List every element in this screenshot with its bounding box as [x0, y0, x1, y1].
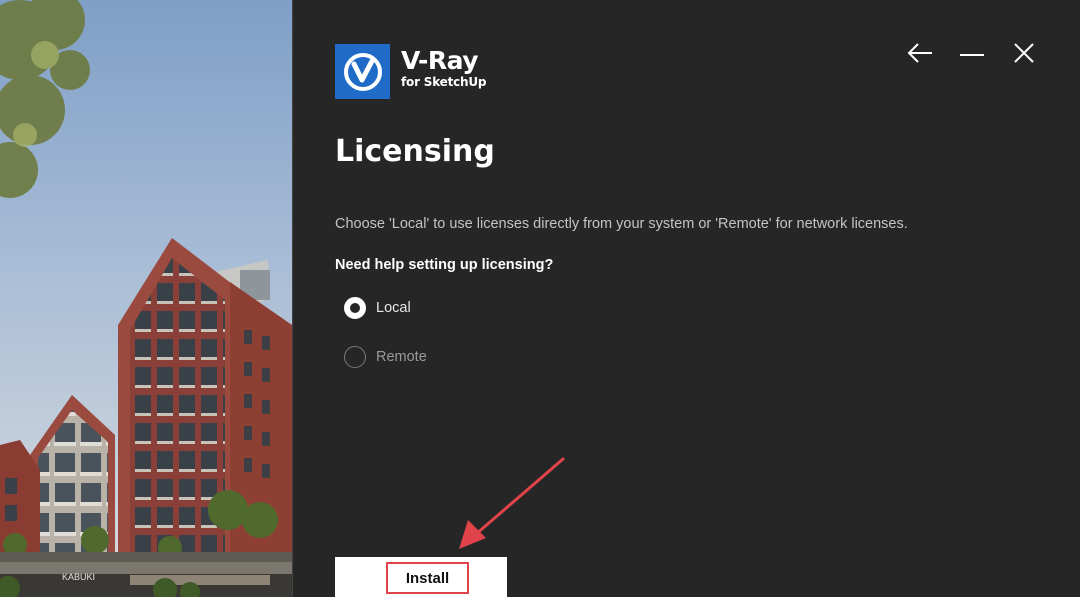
- install-button-label: Install: [386, 562, 469, 594]
- radio-local[interactable]: Local: [344, 297, 411, 319]
- licensing-help-link[interactable]: Need help setting up licensing?: [335, 257, 553, 273]
- installer-panel: V-Ray for SketchUp Licensing Choose 'Loc…: [292, 0, 1080, 597]
- logo-subtitle: for SketchUp: [401, 75, 487, 89]
- vray-logo-icon: [335, 44, 390, 99]
- page-title: Licensing: [335, 134, 495, 169]
- install-button[interactable]: Install: [335, 557, 507, 597]
- back-button[interactable]: [903, 38, 937, 68]
- vray-logo: V-Ray for SketchUp: [335, 44, 487, 99]
- minimize-icon: [960, 54, 984, 56]
- hero-photo: KABUKI: [0, 0, 292, 597]
- radio-unselected-icon: [344, 346, 366, 368]
- radio-local-label: Local: [376, 300, 411, 316]
- window-controls: [903, 38, 1041, 68]
- building-sign: KABUKI: [62, 572, 95, 582]
- radio-selected-icon: [344, 297, 366, 319]
- radio-remote-label: Remote: [376, 349, 427, 365]
- radio-remote[interactable]: Remote: [344, 346, 427, 368]
- back-icon: [907, 43, 932, 63]
- license-description: Choose 'Local' to use licenses directly …: [335, 216, 908, 232]
- minimize-button[interactable]: [955, 38, 989, 68]
- close-icon: [1014, 43, 1034, 63]
- logo-product-name: V-Ray: [401, 46, 479, 75]
- close-button[interactable]: [1007, 38, 1041, 68]
